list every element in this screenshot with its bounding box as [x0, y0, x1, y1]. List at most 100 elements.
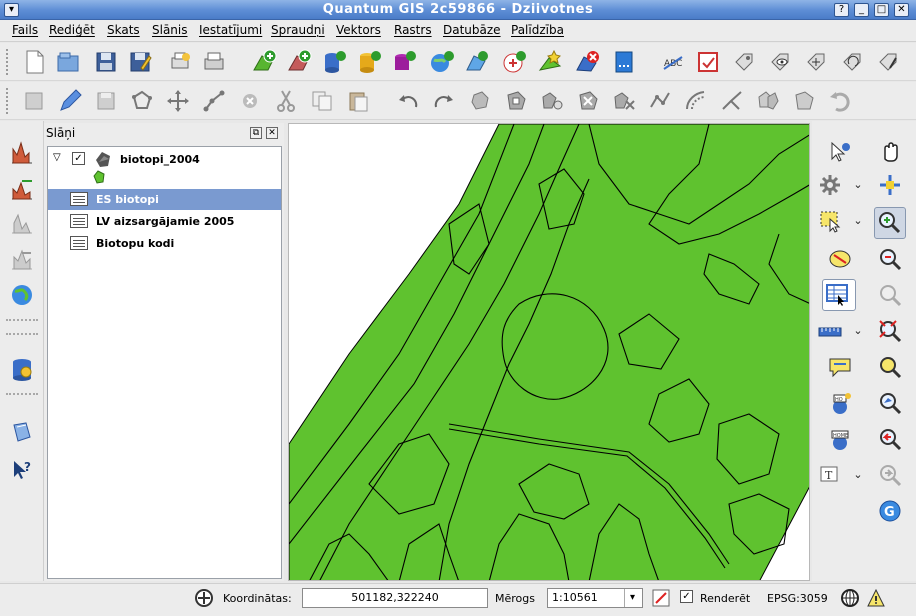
copy-features-icon[interactable] [308, 87, 336, 115]
layer-visibility-checkbox[interactable]: ✓ [72, 152, 85, 165]
stop-render-icon[interactable] [651, 588, 671, 608]
identify-icon[interactable] [826, 137, 854, 165]
whats-this-icon[interactable]: ? [8, 455, 36, 483]
world-globe-icon[interactable] [8, 281, 36, 309]
save-as-icon[interactable] [126, 48, 154, 76]
split-features-icon[interactable] [718, 87, 746, 115]
add-postgis-layer-icon[interactable] [320, 48, 348, 76]
menu-layer[interactable]: Slānis [152, 23, 188, 37]
zoom-in-icon[interactable] [874, 207, 906, 239]
toolbar-grip[interactable] [6, 49, 10, 75]
new-bookmark-icon[interactable]: HO [826, 389, 854, 417]
chevron-down-icon[interactable]: ▾ [624, 589, 640, 607]
add-spatialite-layer-icon[interactable] [355, 48, 383, 76]
delete-selected-icon[interactable] [236, 87, 264, 115]
add-wcs-layer-icon[interactable] [500, 48, 528, 76]
print-composer-icon[interactable] [166, 48, 194, 76]
move-feature-icon[interactable] [164, 87, 192, 115]
add-vector-layer-icon[interactable] [250, 48, 278, 76]
toolbar-grip[interactable] [6, 88, 10, 114]
print-icon[interactable] [200, 48, 228, 76]
open-attribute-table-icon[interactable] [822, 279, 856, 311]
zoom-to-layer-icon[interactable] [876, 389, 904, 417]
toggle-editing-icon[interactable] [56, 87, 84, 115]
cut-features-icon[interactable] [272, 87, 300, 115]
add-ring-icon[interactable] [502, 87, 530, 115]
move-label-icon[interactable] [802, 48, 830, 76]
show-layer-icon[interactable] [766, 48, 794, 76]
close-panel-icon[interactable]: ✕ [266, 127, 278, 139]
menu-database[interactable]: Datubāze [443, 23, 501, 37]
save-edits-icon[interactable] [92, 87, 120, 115]
map-canvas[interactable] [288, 123, 810, 581]
map-tips-icon[interactable] [826, 353, 854, 381]
new-gpx-layer-icon[interactable] [610, 48, 638, 76]
add-part-icon[interactable] [538, 87, 566, 115]
chevron-down-icon[interactable]: ⌄ [852, 215, 864, 227]
stretch-histogram-icon[interactable] [8, 175, 36, 203]
histogram-icon[interactable] [8, 139, 36, 167]
merge-features-icon[interactable] [754, 87, 782, 115]
menu-plugins[interactable]: Spraudņi [271, 23, 325, 37]
full-histogram-icon[interactable] [8, 245, 36, 273]
coordinates-toggle-icon[interactable] [193, 587, 215, 609]
collapse-arrow-icon[interactable]: ▽ [53, 152, 61, 163]
chevron-down-icon[interactable]: ⌄ [852, 325, 864, 337]
remove-layer-icon[interactable] [573, 48, 601, 76]
zoom-last-icon[interactable] [876, 425, 904, 453]
menu-edit[interactable]: Rediģēt [49, 23, 95, 37]
open-project-icon[interactable] [54, 48, 82, 76]
add-raster-layer-icon[interactable] [285, 48, 313, 76]
add-wms-layer-icon[interactable] [428, 48, 456, 76]
db-manager-icon[interactable] [8, 355, 36, 383]
run-feature-action-icon[interactable] [816, 171, 844, 199]
show-bookmarks-icon[interactable]: HOME [826, 425, 854, 453]
help-button[interactable]: ? [834, 3, 849, 17]
select-features-icon[interactable] [816, 207, 844, 235]
chevron-down-icon[interactable]: ⌄ [852, 469, 864, 481]
add-wfs-layer-icon[interactable] [463, 48, 491, 76]
layers-tree[interactable]: ▽ ✓ biotopi_2004 ES biotopi LV aizsargāj… [47, 146, 282, 579]
change-label-icon[interactable] [874, 48, 902, 76]
layer-row[interactable]: LV aizsargājamie 2005 [48, 211, 281, 232]
pan-to-selection-icon[interactable] [876, 171, 904, 199]
simplify-feature-icon[interactable] [466, 87, 494, 115]
labeling-icon[interactable]: ABC [660, 48, 688, 76]
delete-ring-icon[interactable] [574, 87, 602, 115]
zoom-next-icon[interactable] [876, 461, 904, 489]
current-edits-icon[interactable] [20, 87, 48, 115]
measure-line-icon[interactable] [816, 317, 844, 345]
menu-help[interactable]: Palīdzība [511, 23, 564, 37]
close-button[interactable]: ✕ [894, 3, 909, 17]
menu-view[interactable]: Skats [107, 23, 140, 37]
zoom-actual-size-icon[interactable] [876, 281, 904, 309]
add-mssql-layer-icon[interactable] [390, 48, 418, 76]
tag-icon[interactable] [730, 48, 758, 76]
float-panel-icon[interactable]: ⧉ [250, 127, 262, 139]
new-shapefile-icon[interactable] [536, 48, 564, 76]
menu-vector[interactable]: Vektors [336, 23, 381, 37]
menu-settings[interactable]: Iestatījumi [199, 23, 262, 37]
add-feature-icon[interactable] [128, 87, 156, 115]
paste-features-icon[interactable] [344, 87, 372, 115]
save-project-icon[interactable] [92, 48, 120, 76]
projection-globe-icon[interactable] [840, 588, 860, 608]
local-histogram-icon[interactable] [8, 209, 36, 237]
layer-properties-icon[interactable] [694, 48, 722, 76]
layer-row-selected[interactable]: ES biotopi [48, 189, 281, 210]
pan-icon[interactable] [876, 137, 904, 165]
menu-raster[interactable]: Rastrs [394, 23, 432, 37]
zoom-to-selection-icon[interactable] [876, 353, 904, 381]
zoom-full-icon[interactable] [876, 317, 904, 345]
render-checkbox[interactable]: ✓ [680, 590, 693, 603]
undo-icon[interactable] [394, 87, 422, 115]
merge-attributes-icon[interactable] [790, 87, 818, 115]
minimize-button[interactable]: _ [854, 3, 869, 17]
rotate-label-icon[interactable] [838, 48, 866, 76]
scale-combobox[interactable]: 1:10561 ▾ [547, 588, 643, 608]
help-contents-icon[interactable] [8, 419, 36, 447]
zoom-out-icon[interactable] [876, 245, 904, 273]
new-project-icon[interactable] [20, 48, 48, 76]
redo-icon[interactable] [430, 87, 458, 115]
messages-warning-icon[interactable] [866, 588, 886, 608]
